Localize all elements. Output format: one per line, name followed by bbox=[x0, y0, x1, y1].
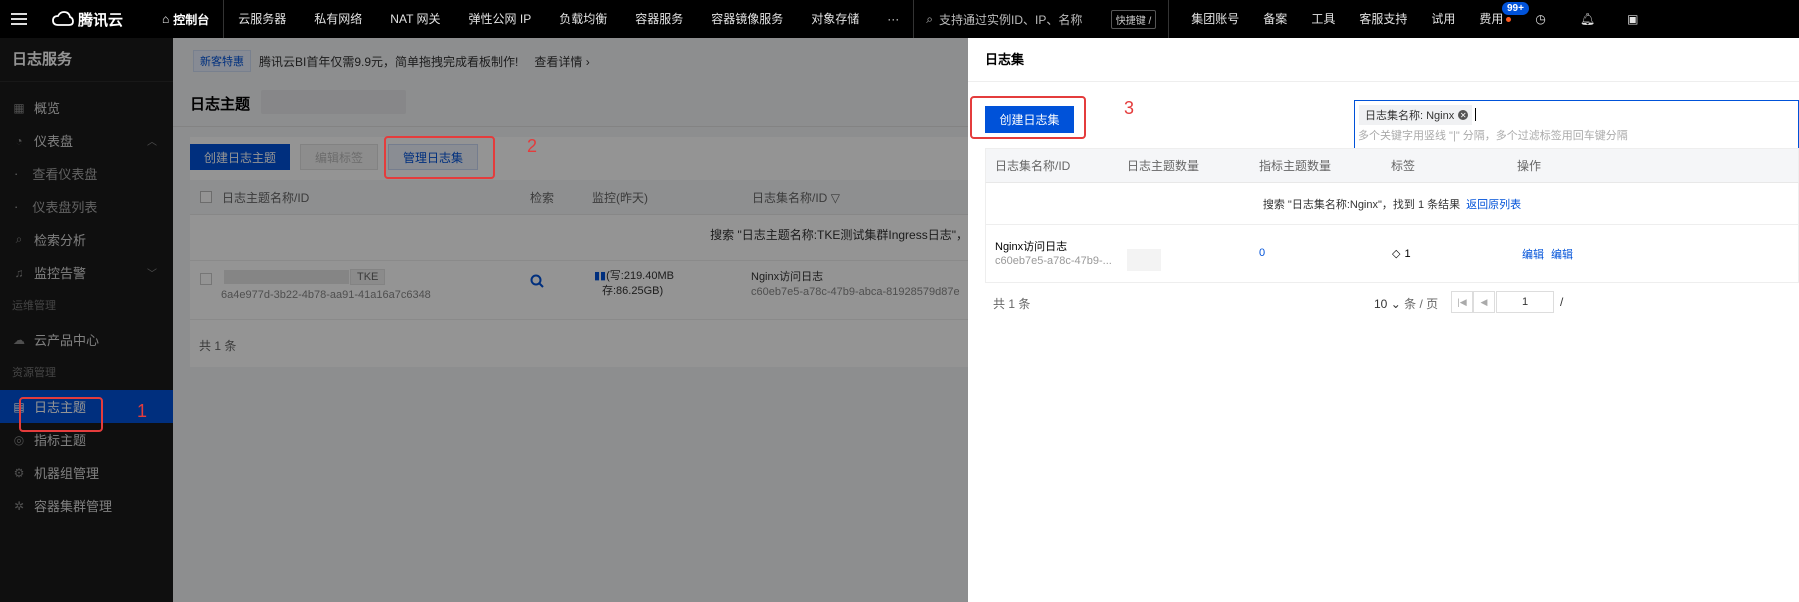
console-label: 控制台 bbox=[173, 12, 210, 27]
menu-icon[interactable] bbox=[0, 0, 38, 38]
text-cursor bbox=[1475, 108, 1476, 121]
brand-name: 腾讯云 bbox=[78, 11, 124, 29]
pagination: 共 1 条 10 ⌄ 条 / 页 |◀ ◀ 1 / bbox=[985, 290, 1799, 316]
logo[interactable]: 腾讯云 bbox=[52, 9, 142, 30]
back-to-list-link[interactable]: 返回原列表 bbox=[1466, 196, 1521, 212]
bell-icon[interactable]: 🔔︎ bbox=[1568, 0, 1607, 38]
annotation-box-2 bbox=[384, 136, 495, 179]
logset-table: 日志集名称/ID 日志主题数量 指标主题数量 标签 操作 搜索 "日志集名称:N… bbox=[985, 148, 1799, 283]
edit-link-2[interactable]: 编辑 bbox=[1551, 246, 1573, 262]
nav-divider bbox=[1168, 0, 1170, 38]
metric-count-link[interactable]: 0 bbox=[1259, 247, 1265, 259]
top-nav: 腾讯云 ⌂ 控制台 云服务器 私有网络 NAT 网关 弹性公网 IP 负载均衡 … bbox=[0, 0, 1799, 38]
nav-item-tcr[interactable]: 容器镜像服务 bbox=[697, 0, 797, 38]
prev-page-button[interactable]: ◀ bbox=[1473, 291, 1495, 313]
cart-icon[interactable]: ▣ bbox=[1615, 0, 1650, 38]
search-icon: ⌕ bbox=[926, 11, 934, 26]
logset-id: c60eb7e5-a78c-47b9-... bbox=[995, 255, 1112, 267]
global-search[interactable]: ⌕ 支持通过实例ID、IP、名称 快捷键 / bbox=[914, 0, 1168, 38]
nav-item-vpc[interactable]: 私有网络 bbox=[300, 0, 376, 38]
tools-link[interactable]: 工具 bbox=[1299, 0, 1347, 38]
modal-overlay[interactable] bbox=[0, 38, 968, 602]
nav-item-eip[interactable]: 弹性公网 IP bbox=[455, 0, 546, 38]
nav-item-clb[interactable]: 负载均衡 bbox=[545, 0, 621, 38]
drawer-title: 日志集 bbox=[968, 38, 1799, 82]
tag-cell[interactable]: ◇ 1 bbox=[1392, 247, 1411, 261]
page-input[interactable]: 1 bbox=[1496, 291, 1554, 313]
table-row: Nginx访问日志 c60eb7e5-a78c-47b9-... 0 ◇ 1 编辑… bbox=[985, 225, 1799, 283]
logset-name: Nginx访问日志 bbox=[995, 241, 1068, 253]
page-size-value: 10 bbox=[1374, 297, 1388, 311]
annotation-box-3 bbox=[970, 96, 1086, 139]
logset-drawer: 日志集 创建日志集 日志集名称: Nginx ✕ 多个关键字用竖线 "|" 分隔，… bbox=[968, 38, 1799, 602]
billing-label: 费用 bbox=[1479, 12, 1504, 26]
first-page-button[interactable]: |◀ bbox=[1451, 291, 1473, 313]
filter-chip[interactable]: 日志集名称: Nginx ✕ bbox=[1359, 105, 1473, 125]
tag-icon: ◇ bbox=[1392, 248, 1401, 260]
page-size-select[interactable]: 10 ⌄ 条 / 页 bbox=[1374, 295, 1438, 312]
tag-count: 1 bbox=[1404, 247, 1411, 260]
support-link[interactable]: 客服支持 bbox=[1347, 0, 1419, 38]
filter-hint: 多个关键字用竖线 "|" 分隔，多个过滤标签用回车键分隔 bbox=[1358, 130, 1628, 142]
message-badge: 99+ bbox=[1502, 2, 1529, 15]
trial-link[interactable]: 试用 bbox=[1419, 0, 1467, 38]
topic-count bbox=[1127, 249, 1161, 271]
column-header: 操作 bbox=[1517, 159, 1542, 173]
close-icon[interactable]: ✕ bbox=[1458, 110, 1469, 120]
filter-chip-label: 日志集名称: Nginx bbox=[1365, 110, 1455, 122]
search-result-text: 搜索 "日志集名称:Nginx"，找到 1 条结果 bbox=[1262, 198, 1461, 211]
column-header: 日志主题数量 bbox=[1127, 159, 1200, 173]
nav-item-cvm[interactable]: 云服务器 bbox=[224, 0, 300, 38]
column-header: 指标主题数量 bbox=[1259, 159, 1332, 173]
column-header: 标签 bbox=[1391, 159, 1416, 173]
edit-link[interactable]: 编辑 bbox=[1522, 246, 1544, 262]
nav-item-cos[interactable]: 对象存储 bbox=[797, 0, 873, 38]
page-size-unit: 条 / 页 bbox=[1404, 297, 1439, 311]
notification-dot bbox=[1506, 17, 1512, 23]
icp-link[interactable]: 备案 bbox=[1251, 0, 1299, 38]
pager-total: 共 1 条 bbox=[993, 297, 1031, 311]
more-menu[interactable]: ··· bbox=[873, 0, 913, 38]
home-icon: ⌂ bbox=[162, 12, 170, 26]
annotation-number-3: 3 bbox=[1124, 98, 1135, 118]
nav-item-nat[interactable]: NAT 网关 bbox=[376, 0, 454, 38]
annotation-number-1: 1 bbox=[137, 401, 148, 421]
annotation-number-2: 2 bbox=[527, 136, 538, 156]
nav-item-tke[interactable]: 容器服务 bbox=[621, 0, 697, 38]
page-separator: / bbox=[1560, 295, 1564, 309]
cloud-logo-icon bbox=[52, 11, 74, 26]
column-header: 日志集名称/ID bbox=[995, 159, 1071, 173]
chevron-down-icon: ⌄ bbox=[1390, 297, 1401, 311]
annotation-box-1 bbox=[19, 397, 103, 432]
shortcut-key: 快捷键 / bbox=[1110, 9, 1157, 29]
search-result-bar: 搜索 "日志集名称:Nginx"，找到 1 条结果 返回原列表 bbox=[985, 183, 1799, 225]
group-account-link[interactable]: 集团账号 bbox=[1179, 0, 1251, 38]
search-placeholder: 支持通过实例ID、IP、名称 bbox=[939, 12, 1083, 27]
console-link[interactable]: ⌂ 控制台 bbox=[148, 0, 223, 38]
logset-table-header: 日志集名称/ID 日志主题数量 指标主题数量 标签 操作 bbox=[985, 148, 1799, 183]
